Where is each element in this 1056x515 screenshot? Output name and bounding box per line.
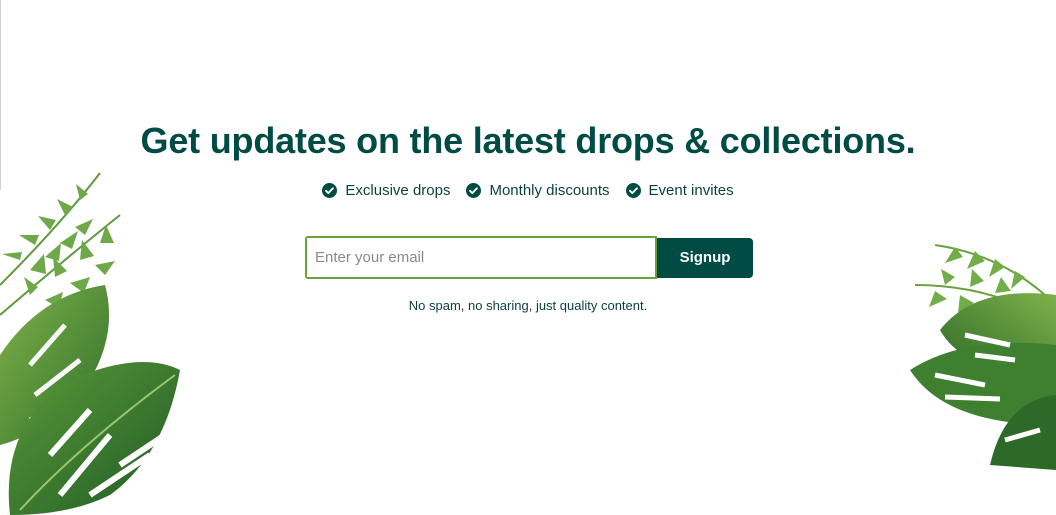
tropical-leaves-right-illustration: [910, 244, 1056, 470]
benefit-item: Event invites: [625, 182, 734, 199]
check-circle-icon: [625, 183, 641, 198]
signup-button[interactable]: Signup: [657, 237, 753, 278]
newsletter-headline: Get updates on the latest drops & collec…: [140, 120, 916, 161]
benefit-item: Monthly discounts: [466, 182, 610, 199]
benefits-list: Exclusive drops Monthly discounts Event …: [0, 182, 1056, 199]
benefit-item: Exclusive drops: [322, 182, 450, 199]
benefit-label: Monthly discounts: [489, 182, 610, 199]
newsletter-signup-form: Signup: [305, 236, 753, 279]
check-circle-icon: [466, 183, 482, 198]
check-circle-icon: [322, 183, 338, 198]
newsletter-page: Get updates on the latest drops & collec…: [0, 0, 1056, 515]
benefit-label: Event invites: [648, 182, 734, 199]
tropical-leaves-left-illustration: [0, 172, 180, 515]
spam-disclaimer: No spam, no sharing, just quality conten…: [408, 298, 648, 313]
email-input[interactable]: [305, 236, 657, 279]
benefit-label: Exclusive drops: [345, 182, 451, 199]
